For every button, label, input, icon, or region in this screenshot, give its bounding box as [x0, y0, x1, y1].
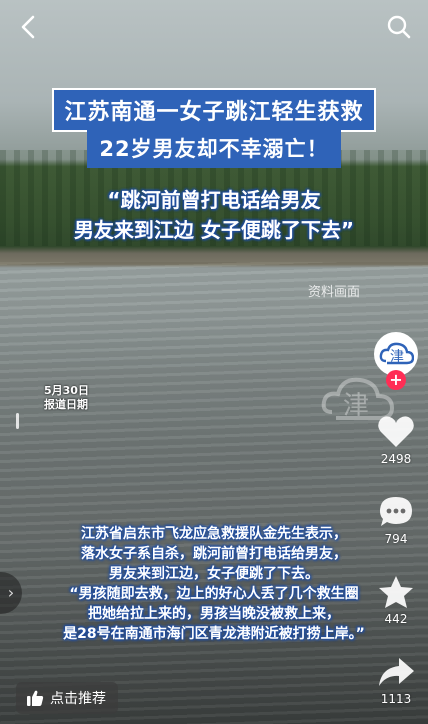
favorite-button[interactable]: 442 [374, 574, 418, 626]
caption-line: “男孩随即去救，边上的好心人丢了几个救生圈 [69, 586, 359, 602]
caption-line: 把她给拉上来的，男孩当晚没被救上来， [88, 606, 340, 622]
source-label: 资料画面 [307, 285, 360, 300]
headline-2: 22岁男友却不幸溺亡！ [87, 128, 341, 168]
svg-text:津: 津 [343, 391, 369, 421]
top-bar [0, 0, 428, 56]
chevron-left-icon [21, 15, 35, 39]
follow-button[interactable]: + [386, 370, 406, 390]
river-water [0, 262, 428, 724]
like-count: 2498 [380, 452, 412, 466]
caption-line: 男友来到江边，女子便跳了下去。 [109, 566, 319, 582]
comment-button[interactable]: 794 [374, 494, 418, 546]
heart-icon [378, 416, 414, 447]
subheadline-banner: 22岁男友却不幸溺亡！ [0, 128, 428, 168]
comment-icon [380, 497, 412, 526]
recommend-button[interactable]: 点击推荐 [16, 682, 118, 714]
channel-avatar[interactable]: 津 + [374, 332, 418, 390]
date-line-1: 5月30日 [44, 384, 89, 397]
report-date: 5月30日 报道日期 [44, 384, 89, 412]
headline-1: 江苏南通一女子跳江轻生获救 [52, 88, 376, 132]
recommend-label: 点击推荐 [50, 691, 106, 707]
comment-count: 794 [384, 532, 408, 546]
quote-line-1: “跳河前曾打电话给男友 [107, 188, 321, 212]
caption-line: 落水女子系自杀，跳河前曾打电话给男友， [81, 546, 347, 562]
favorite-count: 442 [384, 612, 408, 626]
back-button[interactable] [14, 12, 44, 42]
headline-banner: 江苏南通一女子跳江轻生获救 [0, 88, 428, 132]
date-line-2: 报道日期 [44, 398, 88, 411]
thumbs-up-icon [27, 690, 44, 706]
share-button[interactable]: 1113 [374, 654, 418, 706]
share-arrow-icon [379, 658, 414, 686]
caption-line: 江苏省启东市飞龙应急救援队金先生表示， [81, 526, 347, 542]
star-icon [379, 576, 413, 608]
cloud-logo-icon: 津 [379, 342, 414, 365]
search-button[interactable] [386, 14, 412, 40]
progress-marker [16, 413, 19, 429]
search-icon [387, 15, 411, 39]
share-count: 1113 [380, 692, 412, 706]
quote-line-2: 男友来到江边 女子便跳了下去” [73, 218, 355, 242]
avatar-glyph: 津 [390, 349, 404, 365]
news-caption: 江苏省启东市飞龙应急救援队金先生表示， 落水女子系自杀，跳河前曾打电话给男友， … [0, 524, 428, 644]
caption-line: 是28号在南通市海门区青龙港附近被打捞上岸。” [63, 626, 365, 642]
like-button[interactable]: 2498 [374, 414, 418, 466]
chevron-right-icon: › [7, 583, 15, 602]
